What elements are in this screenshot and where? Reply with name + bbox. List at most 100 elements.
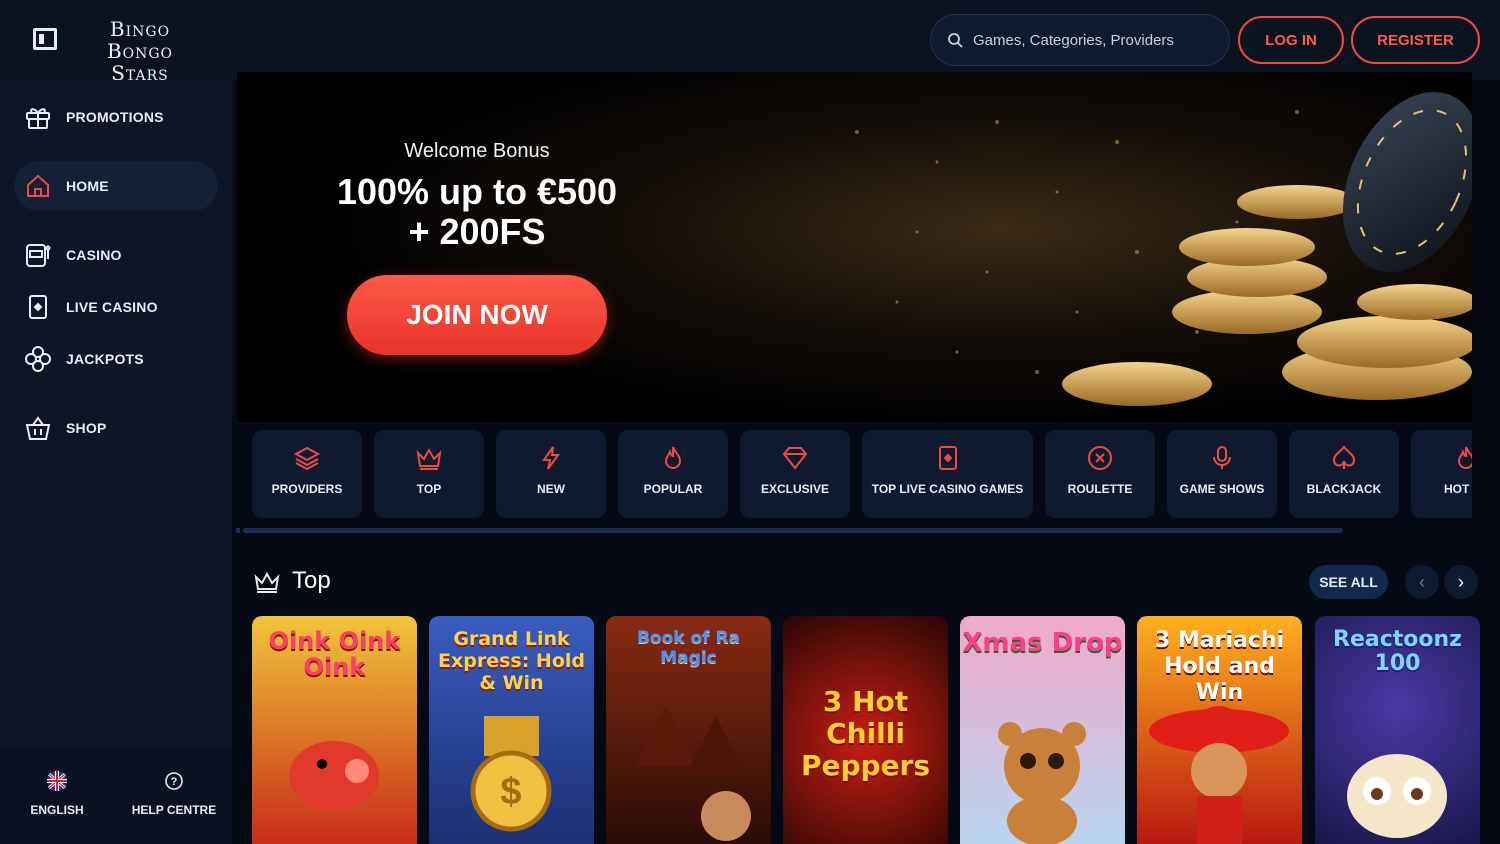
game-tile[interactable]: Grand Link Express: Hold & Win $	[429, 616, 594, 844]
sidebar-item-label: CASINO	[66, 247, 122, 263]
game-title: Oink Oink Oink	[268, 627, 401, 681]
sidebar-item-label: SHOP	[66, 420, 107, 436]
slot-machine-icon	[26, 244, 51, 267]
game-tile[interactable]: Oink Oink Oink	[252, 616, 417, 844]
category-game-shows[interactable]: GAME SHOWS	[1167, 430, 1277, 518]
sidebar-item-jackpots[interactable]: JACKPOTS	[14, 334, 218, 384]
category-label: TOP	[416, 482, 442, 496]
mariachi-illustration	[1149, 706, 1289, 844]
game-tile[interactable]: Xmas Drop	[960, 616, 1125, 844]
crown-icon	[416, 447, 442, 470]
help-label: HELP CENTRE	[131, 803, 217, 817]
game-title: Grand Link Express: Hold & Win	[438, 628, 585, 694]
hero-subtitle: Welcome Bonus	[404, 140, 550, 162]
chevron-left-icon: ‹	[1419, 571, 1425, 592]
help-icon: ?	[165, 772, 183, 790]
category-label: PROVIDERS	[271, 482, 343, 496]
category-label: ROULETTE	[1067, 482, 1133, 496]
language-label: ENGLISH	[30, 803, 84, 817]
language-selector[interactable]: ENGLISH	[2, 770, 112, 817]
game-title: 3 Hot Chilli Peppers	[800, 685, 931, 782]
welcome-bonus-banner[interactable]: Welcome Bonus 100% up to €500 + 200FS JO…	[237, 72, 1472, 422]
game-tile[interactable]: 3 Hot Chilli Peppers	[783, 616, 948, 844]
register-button[interactable]: REGISTER	[1351, 16, 1480, 64]
category-label: EXCLUSIVE	[760, 482, 829, 496]
carousel-prev-button[interactable]: ‹	[1405, 565, 1439, 599]
sidebar-item-label: JACKPOTS	[66, 351, 144, 367]
bolt-icon	[542, 446, 560, 470]
card-icon	[29, 295, 47, 319]
search-input[interactable]: Games, Categories, Providers	[930, 14, 1230, 66]
sidebar-item-shop[interactable]: SHOP	[14, 403, 218, 453]
gift-icon	[26, 108, 50, 129]
see-all-button[interactable]: SEE ALL	[1309, 565, 1388, 599]
category-roulette[interactable]: ROULETTE	[1045, 430, 1155, 518]
home-icon	[27, 174, 49, 197]
sidebar-item-promotions[interactable]: PROMOTIONS	[14, 92, 218, 142]
section-title: Top	[292, 567, 331, 594]
alien-illustration	[1347, 754, 1447, 838]
category-label: HOT JA	[1443, 482, 1472, 496]
help-centre-link[interactable]: ? HELP CENTRE	[119, 770, 229, 817]
search-icon	[948, 33, 963, 48]
microphone-icon	[1213, 446, 1231, 469]
sidebar: PROMOTIONS HOME CASINO LIVE CASINO JACKP…	[0, 80, 232, 844]
train-illustration: $	[470, 716, 552, 832]
category-exclusive[interactable]: EXCLUSIVE	[740, 430, 850, 518]
flame-icon	[1457, 446, 1472, 469]
sidebar-footer: ENGLISH ? HELP CENTRE	[0, 750, 232, 844]
carousel-scroll-start	[236, 528, 240, 533]
sidebar-item-label: LIVE CASINO	[66, 299, 158, 315]
hero-title: 100% up to €500 + 200FS	[237, 172, 717, 252]
game-title: Reactoonz 100	[1333, 627, 1462, 676]
search-placeholder: Games, Categories, Providers	[973, 31, 1174, 49]
sidebar-item-label: PROMOTIONS	[66, 109, 164, 125]
uk-flag-icon	[47, 771, 67, 791]
category-hot-jackpots[interactable]: HOT JA	[1411, 430, 1472, 518]
game-tile[interactable]: Book of Ra Magic	[606, 616, 771, 844]
logo-line-1: Bingo Bongo	[106, 17, 174, 63]
clover-icon	[25, 346, 51, 372]
svg-text:?: ?	[171, 776, 178, 788]
svg-text:$: $	[500, 771, 521, 813]
roulette-icon	[1088, 446, 1112, 470]
crown-icon	[254, 571, 280, 593]
layers-icon	[293, 446, 321, 471]
category-popular[interactable]: POPULAR	[618, 430, 728, 518]
sidebar-item-label: HOME	[66, 178, 109, 194]
game-tile[interactable]: Reactoonz 100	[1315, 616, 1480, 844]
login-button[interactable]: LOG IN	[1238, 16, 1344, 64]
card-icon	[938, 446, 957, 470]
hero-title-line-1: 100% up to €500	[336, 171, 618, 212]
category-label: TOP LIVE CASINO GAMES	[871, 482, 1024, 496]
game-title: Book of Ra Magic	[636, 628, 741, 668]
spade-icon	[1333, 445, 1355, 469]
sidebar-item-live-casino[interactable]: LIVE CASINO	[14, 282, 218, 332]
sidebar-item-home[interactable]: HOME	[14, 161, 218, 211]
chevron-right-icon: ›	[1458, 571, 1464, 592]
flame-icon	[664, 446, 682, 469]
top-games-row: Oink Oink Oink Grand Link Express: Hold …	[252, 616, 1482, 844]
category-top[interactable]: TOP	[374, 430, 484, 518]
category-scrollbar[interactable]	[243, 528, 1343, 533]
game-tile[interactable]: 3 Mariachi Hold and Win	[1137, 616, 1302, 844]
hero-title-line-2: + 200FS	[408, 211, 546, 252]
sidebar-item-casino[interactable]: CASINO	[14, 230, 218, 280]
category-label: GAME SHOWS	[1179, 482, 1265, 496]
category-carousel: PROVIDERS TOP NEW POPULAR EXCLUSIVE TOP …	[237, 430, 1472, 522]
category-new[interactable]: NEW	[496, 430, 606, 518]
carousel-next-button[interactable]: ›	[1444, 565, 1478, 599]
temple-illustration	[636, 706, 751, 841]
bear-illustration	[998, 722, 1086, 844]
join-now-button[interactable]: JOIN NOW	[347, 275, 607, 355]
category-providers[interactable]: PROVIDERS	[252, 430, 362, 518]
category-label: BLACKJACK	[1306, 482, 1382, 496]
top-header: Bingo Bongo Stars Games, Categories, Pro…	[0, 0, 1500, 84]
site-logo[interactable]: Bingo Bongo Stars	[75, 18, 205, 84]
pig-illustration	[289, 741, 379, 811]
sidebar-toggle-icon[interactable]	[33, 28, 57, 50]
category-blackjack[interactable]: BLACKJACK	[1289, 430, 1399, 518]
category-top-live-casino-games[interactable]: TOP LIVE CASINO GAMES	[862, 430, 1033, 518]
category-label: POPULAR	[643, 482, 703, 496]
game-title: 3 Mariachi Hold and Win	[1154, 628, 1285, 705]
